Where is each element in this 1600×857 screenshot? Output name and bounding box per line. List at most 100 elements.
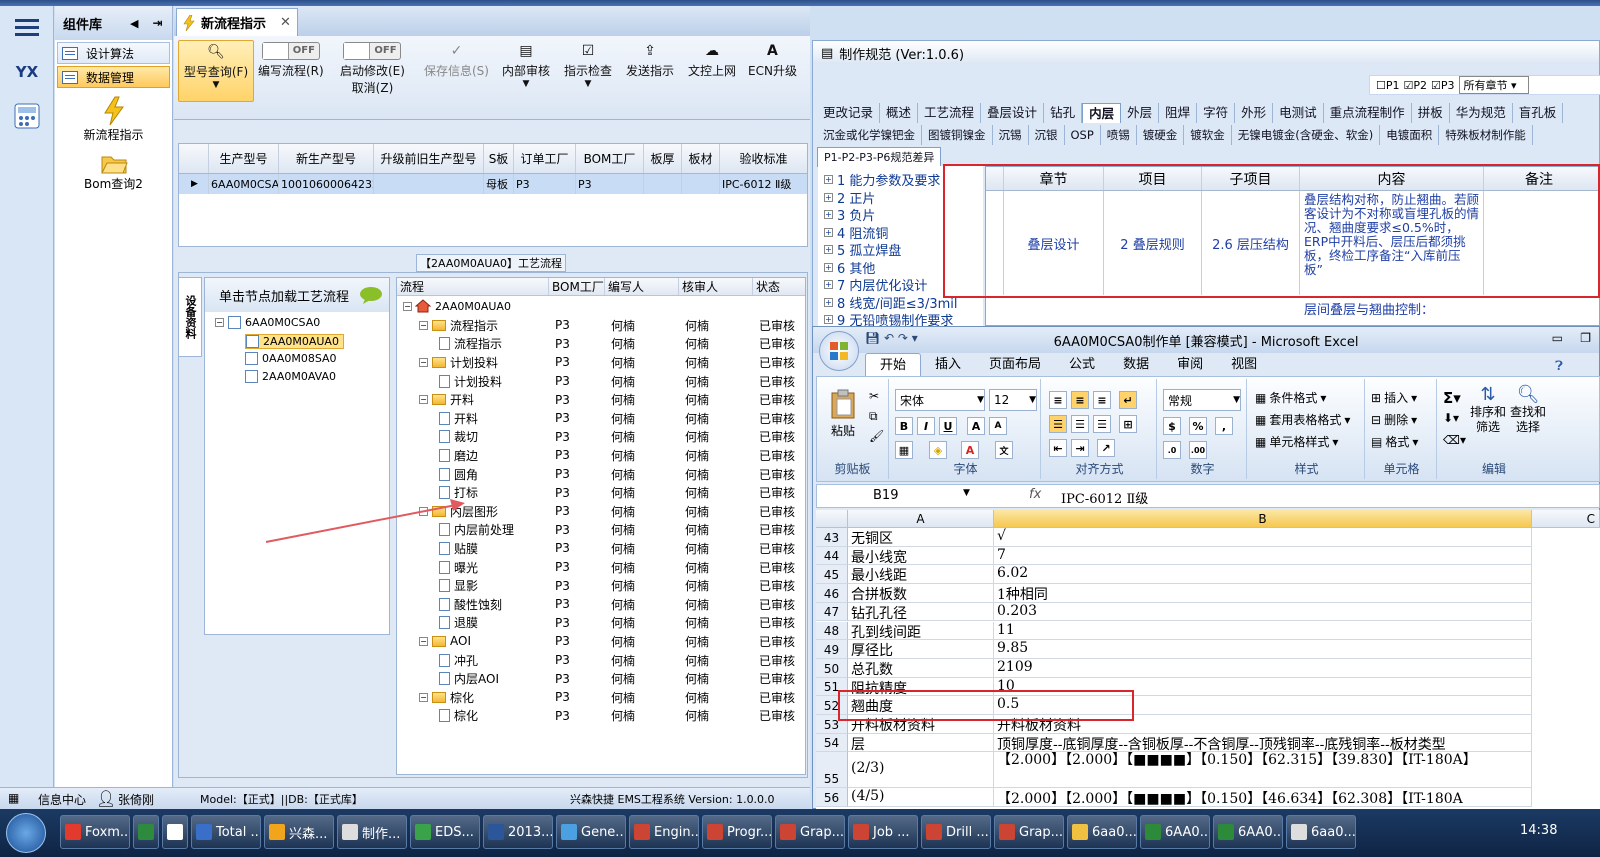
spec-tab[interactable]: 无镍电镀金(含硬金、软金) (1232, 125, 1381, 145)
cell-a[interactable]: 钻孔孔径 (848, 602, 994, 622)
expand-icon[interactable]: + (824, 245, 833, 254)
row-number[interactable]: 48 (816, 621, 848, 641)
process-row[interactable]: 圆角 P3 何楠 何楠 已审核 (397, 465, 807, 484)
ecn-upgrade-button[interactable]: A ECN升级 (748, 40, 797, 79)
off-toggle[interactable]: OFF (343, 42, 402, 60)
save-info-button[interactable]: ✓ 保存信息(S) (424, 40, 489, 79)
chapter-item[interactable]: +7 内层优化设计 (824, 275, 927, 294)
cell-b[interactable]: 1种相同 (994, 584, 1532, 603)
italic-icon[interactable]: I (917, 417, 935, 435)
grid-icon[interactable]: ▦ (8, 791, 19, 805)
select-all-corner[interactable] (816, 510, 848, 528)
spec-tab[interactable]: 特殊板材制作能 (1439, 125, 1533, 145)
name-box[interactable]: B19 (873, 488, 898, 503)
expand-icon[interactable]: + (824, 192, 833, 202)
col-header[interactable]: BOM工厂 (576, 144, 644, 173)
font-size-select[interactable]: 12 ▼ (989, 389, 1037, 411)
calculator-icon[interactable] (6, 98, 48, 134)
cell-a[interactable]: 合拼板数 (848, 584, 994, 603)
spec-tab[interactable]: 内层 (1082, 103, 1122, 123)
taskbar-item[interactable]: Job ... (848, 815, 918, 849)
conditional-format-button[interactable]: ▦ 条件格式 ▾ (1255, 389, 1326, 406)
taskbar-item[interactable]: Grap... (775, 815, 845, 849)
tree-node-selected[interactable]: 2AA0M0AUA0 (245, 334, 344, 349)
cell-a[interactable]: (4/5) (848, 788, 994, 808)
underline-icon[interactable]: U (939, 417, 957, 435)
col-header[interactable]: C (1532, 510, 1600, 528)
chapter-item[interactable]: +4 阻流铜 (824, 223, 888, 242)
insert-cells-button[interactable]: ⊞ 插入 ▾ (1371, 389, 1417, 406)
cell-b[interactable]: 0.203 (994, 602, 1532, 622)
col-header[interactable]: A (848, 510, 994, 528)
cell-a[interactable]: 总孔数 (848, 658, 994, 678)
expand-icon[interactable]: + (824, 227, 833, 237)
row-number[interactable]: 43 (816, 528, 848, 547)
taskbar-item[interactable]: Total ... (191, 815, 261, 849)
process-row[interactable]: 磨边 P3 何楠 何楠 已审核 (397, 446, 807, 465)
decrease-decimal-icon[interactable]: .00 (1189, 441, 1207, 459)
border-icon[interactable]: ▦ (895, 441, 913, 459)
write-flow-toggle[interactable]: OFF 编写流程(R) (258, 40, 324, 79)
font-name-select[interactable]: 宋体 ▼ (895, 389, 985, 411)
yx-logo-icon[interactable]: YX (6, 54, 48, 90)
col-header[interactable]: 生产型号 (209, 144, 279, 173)
sort-filter-button[interactable]: ⇅ 排序和筛选 (1469, 386, 1507, 435)
align-right-icon[interactable]: ☰ (1093, 415, 1111, 433)
bom-query-item[interactable]: Bom查询2 (55, 151, 172, 192)
spec-tab[interactable]: 图镀铜镍金 (922, 125, 993, 145)
excel-tab[interactable]: 公式 (1055, 353, 1109, 377)
quick-access-toolbar[interactable]: 💾︎ ↶ ↷ ▾ (865, 331, 918, 345)
cell-b[interactable]: √ (994, 528, 1532, 547)
expand-icon[interactable]: + (824, 297, 833, 307)
send-instruction-button[interactable]: ⇪ 发送指示 (626, 40, 674, 79)
cut-icon[interactable]: ✂ (869, 389, 879, 403)
spec-tab[interactable]: 喷锡 (1101, 125, 1137, 145)
cell-a[interactable]: 孔到线间距 (848, 621, 994, 641)
new-flow-instruction-item[interactable]: 新流程指示 (55, 96, 172, 143)
format-painter-icon[interactable]: 🖌︎ (869, 429, 884, 443)
collapse-icon[interactable]: − (419, 320, 428, 330)
align-left-icon[interactable]: ☰ (1049, 415, 1067, 433)
process-row[interactable]: 曝光 P3 何楠 何楠 已审核 (397, 558, 807, 577)
process-row[interactable]: 计划投料 P3 何楠 何楠 已审核 (397, 372, 807, 391)
collapse-icon[interactable]: − (215, 318, 224, 327)
spec-tab[interactable]: 字符 (1197, 103, 1236, 123)
chapter-select[interactable]: 所有章节 ▾ (1458, 76, 1529, 94)
taskbar-item[interactable]: 6aa0... (1286, 815, 1356, 849)
check-p3[interactable]: ☑P3 (1431, 79, 1455, 92)
expand-icon[interactable]: + (824, 175, 833, 184)
spec-tab[interactable]: 叠层设计 (981, 103, 1045, 123)
start-button-icon[interactable] (6, 813, 46, 853)
tree-node[interactable]: 0AA0M08SA0 (245, 352, 337, 365)
row-number[interactable]: 44 (816, 546, 848, 566)
cell-b[interactable]: 6.02 (994, 565, 1532, 585)
shrink-font-icon[interactable]: A (989, 417, 1007, 435)
spec-tab[interactable]: 阻焊 (1159, 103, 1198, 123)
spec-tab[interactable]: 电镀面积 (1380, 125, 1440, 145)
model-query-button[interactable]: 🔍︎ 型号查询(F) ▼ (178, 40, 254, 102)
excel-tab[interactable]: 插入 (921, 353, 975, 377)
taskbar-item[interactable]: Progr... (702, 815, 772, 849)
info-center-link[interactable]: 信息中心 (38, 791, 86, 808)
clear-icon[interactable]: ⌫▾ (1443, 433, 1466, 447)
tab-new-flow-instruction[interactable]: 新流程指示 ✕ (176, 8, 298, 36)
side-tab-equipment[interactable]: 设备资料 (178, 277, 202, 357)
spec-tab[interactable]: 电测试 (1273, 103, 1324, 123)
collapse-icon[interactable]: − (419, 636, 428, 646)
col-header[interactable]: 流程 (397, 278, 549, 295)
chapter-item[interactable]: +1 能力参数及要求 (824, 170, 940, 189)
align-top-icon[interactable]: ≡ (1049, 391, 1067, 409)
expand-icon[interactable]: + (824, 262, 833, 272)
align-center-icon[interactable]: ☰ (1071, 415, 1089, 433)
process-row[interactable]: 酸性蚀刻 P3 何楠 何楠 已审核 (397, 595, 807, 614)
taskbar-item[interactable]: 制作... (337, 815, 407, 849)
col-header[interactable]: 板厚 (644, 144, 682, 173)
collapse-icon[interactable]: − (419, 692, 428, 702)
spec-tab[interactable]: 沉银 (1029, 125, 1065, 145)
menu-icon[interactable] (6, 10, 48, 46)
taskbar-item[interactable]: EDS... (410, 815, 480, 849)
process-row[interactable]: − 计划投料 P3 何楠 何楠 已审核 (397, 353, 807, 372)
chapter-item[interactable]: +8 线宽/间距≤3/3mil (824, 293, 958, 312)
office-button-icon[interactable] (819, 331, 859, 371)
taskbar-item[interactable]: Engin... (629, 815, 699, 849)
